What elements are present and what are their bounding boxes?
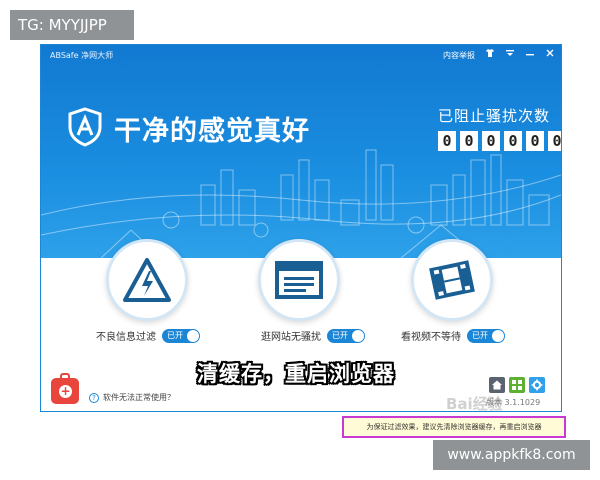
subtitle-caption: 清缓存，重启浏览器 (197, 362, 395, 386)
menu-icon[interactable] (505, 48, 515, 63)
feature-circle[interactable] (258, 239, 340, 321)
feature-browse-no-harass[interactable] (258, 239, 340, 321)
bad-info-filter-toggle[interactable]: 已开 (162, 328, 200, 343)
help-text: 软件无法正常使用？ (103, 393, 175, 402)
toggle-label: 已开 (167, 330, 183, 340)
shield-logo-icon (68, 107, 102, 147)
toggle-knob (187, 329, 199, 342)
block-count-digits: 0 0 0 0 0 0 (438, 131, 561, 151)
feature-circle[interactable] (411, 239, 493, 321)
webpage-icon (275, 261, 323, 299)
count-digit: 0 (460, 131, 478, 151)
film-icon (429, 260, 475, 300)
count-digit: 0 (438, 131, 456, 151)
app-name: ABSafe 净网大师 (50, 51, 114, 60)
help-link[interactable]: ? 软件无法正常使用？ (89, 392, 175, 403)
toggle-label: 已开 (332, 330, 348, 340)
feature-circle[interactable] (106, 239, 188, 321)
notice-text: 为保证过滤效果，建议先清除浏览器缓存，再重启浏览器 (366, 423, 542, 431)
feature-row-bad-info: 不良信息过滤 已开 (96, 328, 200, 343)
slogan-title: 干净的感觉真好 (114, 116, 310, 147)
title-bar[interactable]: ABSafe 净网大师 内容举报 (41, 45, 561, 67)
first-aid-icon: + (59, 384, 72, 398)
count-digit: 0 (504, 131, 522, 151)
home-icon[interactable] (489, 377, 505, 393)
hero-banner: ABSafe 净网大师 内容举报 干净的感觉真好 已阻止骚扰次数 0 0 0 0… (41, 45, 561, 258)
count-digit: 0 (482, 131, 500, 151)
baidu-watermark: Bai经验 (446, 395, 503, 412)
toolkit-button[interactable]: + (51, 373, 79, 404)
count-digit: 0 (526, 131, 544, 151)
feature-video-no-wait[interactable] (411, 239, 493, 321)
toolkit-handle-icon (60, 373, 70, 379)
minimize-icon[interactable] (525, 48, 535, 63)
notice-banner: 为保证过滤效果，建议先清除浏览器缓存，再重启浏览器 (342, 416, 566, 438)
close-icon[interactable] (545, 48, 555, 63)
apps-grid-icon[interactable] (509, 377, 525, 393)
feature-row-browse: 逛网站无骚扰 已开 (261, 328, 365, 343)
content-report-link[interactable]: 内容举报 (443, 50, 475, 61)
toggle-knob (492, 329, 504, 342)
browse-no-harass-toggle[interactable]: 已开 (327, 328, 365, 343)
warning-lightning-icon (123, 258, 171, 302)
site-watermark-label: www.appkfk8.com (433, 440, 590, 470)
feature-label: 逛网站无骚扰 (261, 332, 321, 343)
question-icon: ? (89, 392, 99, 403)
count-digit: 0 (548, 131, 561, 151)
feature-label: 不良信息过滤 (96, 332, 156, 343)
video-no-wait-toggle[interactable]: 已开 (467, 328, 505, 343)
corner-icon-group (489, 377, 545, 393)
feature-row-video: 看视频不等待 已开 (401, 328, 505, 343)
toggle-label: 已开 (472, 330, 488, 340)
tg-watermark-label: TG: MYYJJPP (10, 10, 134, 40)
window-controls: 内容举报 (443, 48, 555, 63)
feature-label: 看视频不等待 (401, 332, 461, 343)
app-window: ABSafe 净网大师 内容举报 干净的感觉真好 已阻止骚扰次数 0 0 0 0… (40, 44, 562, 412)
gear-icon[interactable] (529, 377, 545, 393)
feature-bad-info-filter[interactable] (106, 239, 188, 321)
shirt-icon[interactable] (485, 48, 495, 63)
block-count-title: 已阻止骚扰次数 (438, 107, 551, 125)
toggle-knob (352, 329, 364, 342)
